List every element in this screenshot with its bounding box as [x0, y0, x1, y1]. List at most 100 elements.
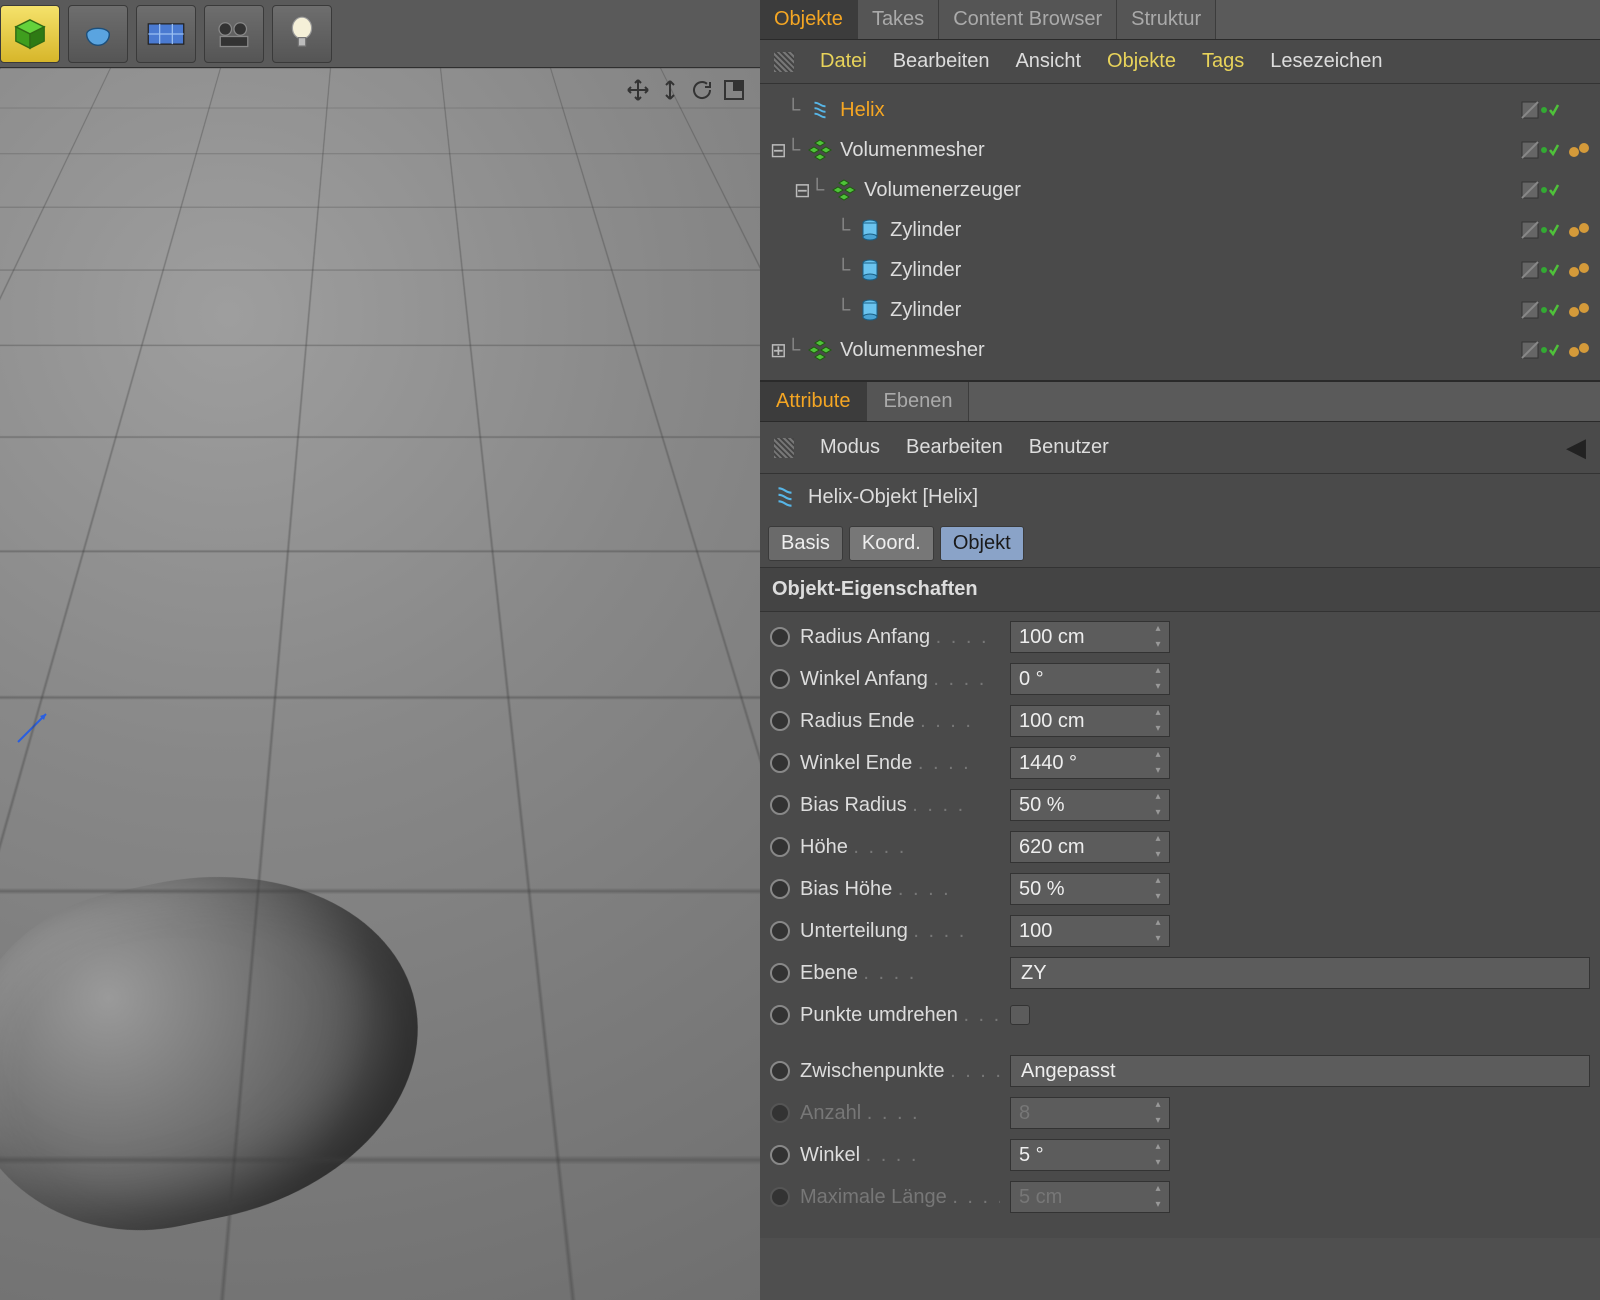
attributes-menubar: Modus Bearbeiten Benutzer ◀ [760, 422, 1600, 474]
dropdown[interactable]: ZY [1010, 957, 1590, 989]
subtab-basis[interactable]: Basis [768, 526, 843, 561]
tab-attribute[interactable]: Attribute [760, 382, 867, 421]
visibility-toggle[interactable] [1520, 139, 1560, 161]
material-tag-icon[interactable] [1560, 341, 1600, 359]
number-input[interactable]: 50 %▴▾ [1010, 789, 1170, 821]
material-tag-icon[interactable] [1560, 261, 1600, 279]
viewport-maximize-icon[interactable] [720, 76, 748, 104]
visibility-toggle[interactable] [1520, 299, 1560, 321]
visibility-toggle[interactable] [1520, 259, 1560, 281]
property-label: Winkel . . . . [800, 1144, 1000, 1167]
property-anim-toggle[interactable] [770, 711, 790, 731]
menu-tags[interactable]: Tags [1202, 50, 1244, 73]
menu-modus[interactable]: Modus [820, 436, 880, 459]
viewport-move-icon[interactable] [624, 76, 652, 104]
stepper-up-icon[interactable]: ▴ [1151, 750, 1165, 760]
tree-item-label[interactable]: Zylinder [890, 299, 1520, 322]
property-anim-toggle[interactable] [770, 963, 790, 983]
viewport-rotate-icon[interactable] [688, 76, 716, 104]
grip-icon [774, 52, 794, 72]
tree-item-label[interactable]: Volumenmesher [840, 339, 1520, 362]
tab-objekte[interactable]: Objekte [760, 0, 858, 39]
stepper-up-icon[interactable]: ▴ [1151, 1142, 1165, 1152]
stepper-up-icon[interactable]: ▴ [1151, 876, 1165, 886]
stepper-down-icon[interactable]: ▾ [1151, 850, 1165, 860]
property-anim-toggle[interactable] [770, 879, 790, 899]
property-anim-toggle[interactable] [770, 627, 790, 647]
visibility-toggle[interactable] [1520, 219, 1560, 241]
visibility-toggle[interactable] [1520, 99, 1560, 121]
3d-viewport[interactable] [0, 68, 760, 1300]
material-tag-icon[interactable] [1560, 141, 1600, 159]
stepper-up-icon[interactable]: ▴ [1151, 918, 1165, 928]
menu-bearbeiten[interactable]: Bearbeiten [893, 50, 990, 73]
property-anim-toggle[interactable] [770, 1005, 790, 1025]
tree-item-label[interactable]: Helix [840, 99, 1520, 122]
property-anim-toggle[interactable] [770, 753, 790, 773]
viewport-mesh-preview [0, 836, 450, 1264]
objects-menubar: Datei Bearbeiten Ansicht Objekte Tags Le… [760, 40, 1600, 84]
menu-lesezeichen[interactable]: Lesezeichen [1270, 50, 1382, 73]
toolbar-grid-button[interactable] [136, 5, 196, 63]
stepper-down-icon[interactable]: ▾ [1151, 934, 1165, 944]
tab-struktur[interactable]: Struktur [1117, 0, 1216, 39]
subtab-objekt[interactable]: Objekt [940, 526, 1024, 561]
menu-objekte[interactable]: Objekte [1107, 50, 1176, 73]
checkbox[interactable] [1010, 1005, 1030, 1025]
number-input[interactable]: 50 %▴▾ [1010, 873, 1170, 905]
property-anim-toggle[interactable] [770, 1145, 790, 1165]
visibility-toggle[interactable] [1520, 339, 1560, 361]
property-row: Anzahl . . . .8▴▾ [770, 1092, 1590, 1134]
stepper-up-icon[interactable]: ▴ [1151, 792, 1165, 802]
stepper-down-icon[interactable]: ▾ [1151, 724, 1165, 734]
material-tag-icon[interactable] [1560, 221, 1600, 239]
menu-datei[interactable]: Datei [820, 50, 867, 73]
tree-expand-icon[interactable]: ⊞ [770, 338, 786, 363]
menu-bearbeiten-attr[interactable]: Bearbeiten [906, 436, 1003, 459]
toolbar-light-button[interactable] [272, 5, 332, 63]
property-anim-toggle[interactable] [770, 669, 790, 689]
tree-item-label[interactable]: Zylinder [890, 259, 1520, 282]
tab-content-browser[interactable]: Content Browser [939, 0, 1117, 39]
tree-item-label[interactable]: Zylinder [890, 219, 1520, 242]
material-tag-icon[interactable] [1560, 301, 1600, 319]
back-arrow-icon[interactable]: ◀ [1566, 432, 1586, 463]
property-anim-toggle[interactable] [770, 795, 790, 815]
stepper-down-icon[interactable]: ▾ [1151, 766, 1165, 776]
stepper-down-icon[interactable]: ▾ [1151, 682, 1165, 692]
tree-item-label[interactable]: Volumenerzeuger [864, 179, 1520, 202]
stepper-down-icon[interactable]: ▾ [1151, 640, 1165, 650]
viewport-updown-icon[interactable] [656, 76, 684, 104]
property-anim-toggle[interactable] [770, 1061, 790, 1081]
menu-benutzer[interactable]: Benutzer [1029, 436, 1109, 459]
tree-expand-icon[interactable]: ⊟ [770, 138, 786, 163]
toolbar-cube-button[interactable] [0, 5, 60, 63]
property-anim-toggle[interactable] [770, 921, 790, 941]
tree-expand-icon[interactable]: ⊟ [794, 178, 810, 203]
stepper-down-icon[interactable]: ▾ [1151, 1158, 1165, 1168]
stepper-up-icon[interactable]: ▴ [1151, 708, 1165, 718]
visibility-toggle[interactable] [1520, 179, 1560, 201]
toolbar-camera-button[interactable] [204, 5, 264, 63]
tree-item-label[interactable]: Volumenmesher [840, 139, 1520, 162]
number-input[interactable]: 620 cm▴▾ [1010, 831, 1170, 863]
stepper-down-icon[interactable]: ▾ [1151, 892, 1165, 902]
stepper-up-icon[interactable]: ▴ [1151, 624, 1165, 634]
number-input[interactable]: 0 °▴▾ [1010, 663, 1170, 695]
tab-takes[interactable]: Takes [858, 0, 939, 39]
tree-row: └Helix [760, 90, 1600, 130]
toolbar-disc-button[interactable] [68, 5, 128, 63]
number-input[interactable]: 1440 °▴▾ [1010, 747, 1170, 779]
number-input[interactable]: 100 cm▴▾ [1010, 705, 1170, 737]
number-input[interactable]: 100 cm▴▾ [1010, 621, 1170, 653]
stepper-down-icon[interactable]: ▾ [1151, 808, 1165, 818]
tab-ebenen[interactable]: Ebenen [867, 382, 969, 421]
stepper-up-icon[interactable]: ▴ [1151, 666, 1165, 676]
number-input[interactable]: 5 °▴▾ [1010, 1139, 1170, 1171]
property-anim-toggle[interactable] [770, 837, 790, 857]
menu-ansicht[interactable]: Ansicht [1015, 50, 1081, 73]
number-input[interactable]: 100▴▾ [1010, 915, 1170, 947]
dropdown[interactable]: Angepasst [1010, 1055, 1590, 1087]
stepper-up-icon[interactable]: ▴ [1151, 834, 1165, 844]
subtab-koord[interactable]: Koord. [849, 526, 934, 561]
